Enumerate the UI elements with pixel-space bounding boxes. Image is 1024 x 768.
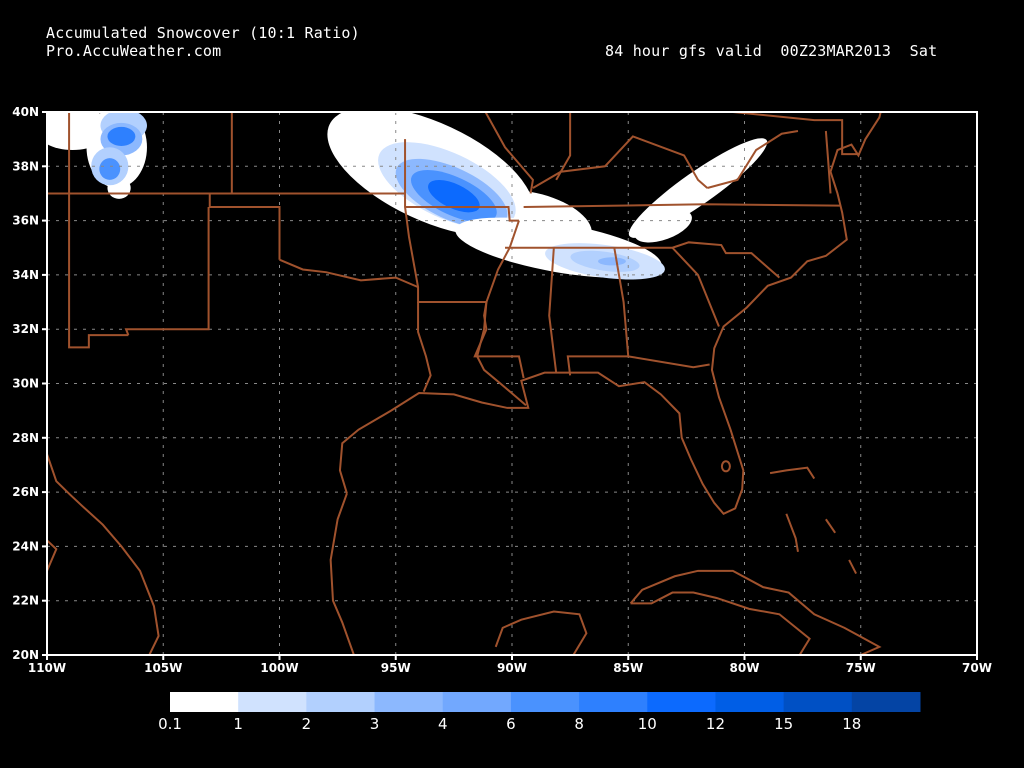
- legend-label: 2: [302, 715, 312, 733]
- lake-okeechobee: [720, 460, 731, 473]
- coastline-baja: [47, 539, 58, 572]
- border-ok-panhandle: [208, 193, 281, 260]
- legend-label: 10: [638, 715, 657, 733]
- lat-tick-label: 28N: [12, 431, 39, 445]
- border-ga-sc: [671, 247, 720, 327]
- legend-label: 8: [574, 715, 584, 733]
- legend-swatch: [851, 692, 921, 712]
- lat-tick-label: 20N: [12, 648, 39, 662]
- lat-tick-label: 32N: [12, 322, 39, 336]
- color-legend: 0.1 1 2 3 4 6 8 10 12 15 18: [158, 692, 921, 733]
- legend-label: 3: [370, 715, 380, 733]
- legend-label: 0.1: [158, 715, 182, 733]
- legend-swatch: [238, 692, 307, 712]
- legend-swatch: [647, 692, 716, 712]
- lon-tick-label: 80W: [730, 661, 760, 675]
- legend-label: 15: [774, 715, 793, 733]
- coastline-mexico-pacific: [47, 453, 160, 655]
- lon-tick-label: 85W: [613, 661, 643, 675]
- coastline-bahamas: [785, 513, 799, 552]
- legend-label: 6: [506, 715, 516, 733]
- coastline-bahamas: [825, 518, 836, 534]
- coastline-yucatan: [494, 610, 588, 655]
- border-ga-fl: [628, 355, 710, 369]
- lat-tick-label: 24N: [12, 539, 39, 553]
- lon-tick-label: 95W: [381, 661, 411, 675]
- lon-tick-label: 75W: [846, 661, 876, 675]
- legend-swatch: [579, 692, 648, 712]
- snowcover-map: 40N 38N 36N 34N 32N 30N 28N 26N 24N 22N 20N110W 105…: [12, 105, 992, 733]
- coastline-bahamas: [769, 466, 816, 480]
- lat-tick-label: 22N: [12, 594, 39, 608]
- legend-label: 18: [842, 715, 861, 733]
- legend-swatch: [306, 692, 376, 712]
- lon-tick-label: 105W: [144, 661, 182, 675]
- lon-tick-label: 90W: [497, 661, 527, 675]
- legend-label: 4: [438, 715, 448, 733]
- lon-tick-label: 70W: [962, 661, 992, 675]
- lat-tick-label: 38N: [12, 159, 39, 173]
- legend-swatch: [374, 692, 444, 712]
- lat-tick-label: 30N: [12, 377, 39, 391]
- coastline-mexico-gulf: [329, 493, 356, 655]
- snow-area-colorado: [107, 126, 136, 146]
- legend-swatch: [783, 692, 853, 712]
- border-il-in: [555, 112, 572, 181]
- legend-swatch: [510, 692, 580, 712]
- border-nm-tx: [124, 207, 210, 336]
- lon-tick-label: 110W: [28, 661, 66, 675]
- lat-tick-label: 40N: [12, 105, 39, 119]
- legend-swatch: [442, 692, 512, 712]
- snow-area-southeast: [598, 257, 626, 266]
- chesapeake-bay: [824, 130, 832, 194]
- legend-label: 12: [706, 715, 725, 733]
- border-tx-la: [417, 302, 432, 393]
- coastline-cuba: [629, 569, 882, 655]
- lat-tick-label: 26N: [12, 485, 39, 499]
- legend-swatch: [715, 692, 785, 712]
- coastline-bahamas: [848, 559, 857, 575]
- coastline-hispaniola: [897, 654, 905, 655]
- lat-tick-label: 34N: [12, 268, 39, 282]
- snow-area-colorado: [99, 158, 121, 180]
- legend-swatch: [170, 692, 239, 712]
- lat-tick-label: 36N: [12, 214, 39, 228]
- lon-tick-label: 100W: [260, 661, 298, 675]
- legend-label: 1: [233, 715, 243, 733]
- border-red-river: [279, 258, 419, 289]
